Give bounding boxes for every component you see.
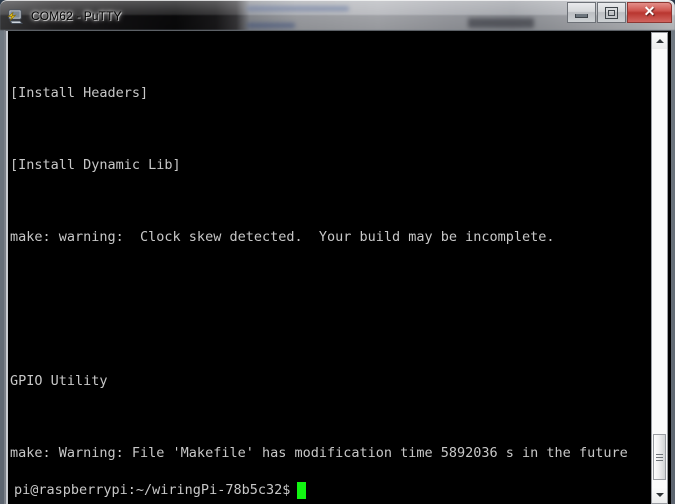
block-cursor-icon bbox=[297, 481, 307, 499]
terminal-line: GPIO Utility bbox=[10, 373, 108, 389]
scroll-down-arrow-icon[interactable] bbox=[652, 487, 667, 503]
scroll-up-arrow-icon[interactable] bbox=[652, 33, 667, 49]
putty-icon[interactable] bbox=[7, 7, 25, 25]
window-title: COM62 - PuTTY bbox=[31, 9, 122, 23]
minimize-button[interactable] bbox=[567, 2, 596, 23]
prompt-text: pi@raspberrypi:~/wiringPi-78b5c32$ bbox=[14, 482, 291, 498]
terminal-output[interactable]: [Install Headers] [Install Dynamic Lib] … bbox=[10, 31, 646, 504]
close-icon: ✕ bbox=[643, 4, 656, 20]
restore-button[interactable] bbox=[597, 2, 626, 23]
terminal-line: make: warning: Clock skew detected. Your… bbox=[10, 229, 555, 245]
terminal-line: make: Warning: File 'Makefile' has modif… bbox=[10, 445, 628, 461]
terminal-line: [Install Headers] bbox=[10, 85, 149, 101]
window-titlebar[interactable]: COM62 - PuTTY ✕ bbox=[0, 0, 675, 30]
titlebar-left-group: COM62 - PuTTY bbox=[0, 1, 150, 31]
minimize-icon bbox=[575, 14, 588, 18]
restore-icon bbox=[605, 6, 618, 19]
close-button[interactable]: ✕ bbox=[627, 2, 672, 23]
putty-window: COM62 - PuTTY ✕ [Install Headers] [Insta… bbox=[0, 0, 675, 504]
terminal-line: [Install Dynamic Lib] bbox=[10, 157, 181, 173]
shell-prompt[interactable]: pi@raspberrypi:~/wiringPi-78b5c32$ bbox=[14, 481, 307, 499]
scrollbar-track[interactable] bbox=[652, 49, 667, 487]
terminal-scrollbar[interactable] bbox=[651, 32, 668, 504]
window-controls: ✕ bbox=[567, 2, 672, 23]
terminal-frame: [Install Headers] [Install Dynamic Lib] … bbox=[4, 30, 671, 504]
scrollbar-thumb[interactable] bbox=[653, 434, 666, 480]
